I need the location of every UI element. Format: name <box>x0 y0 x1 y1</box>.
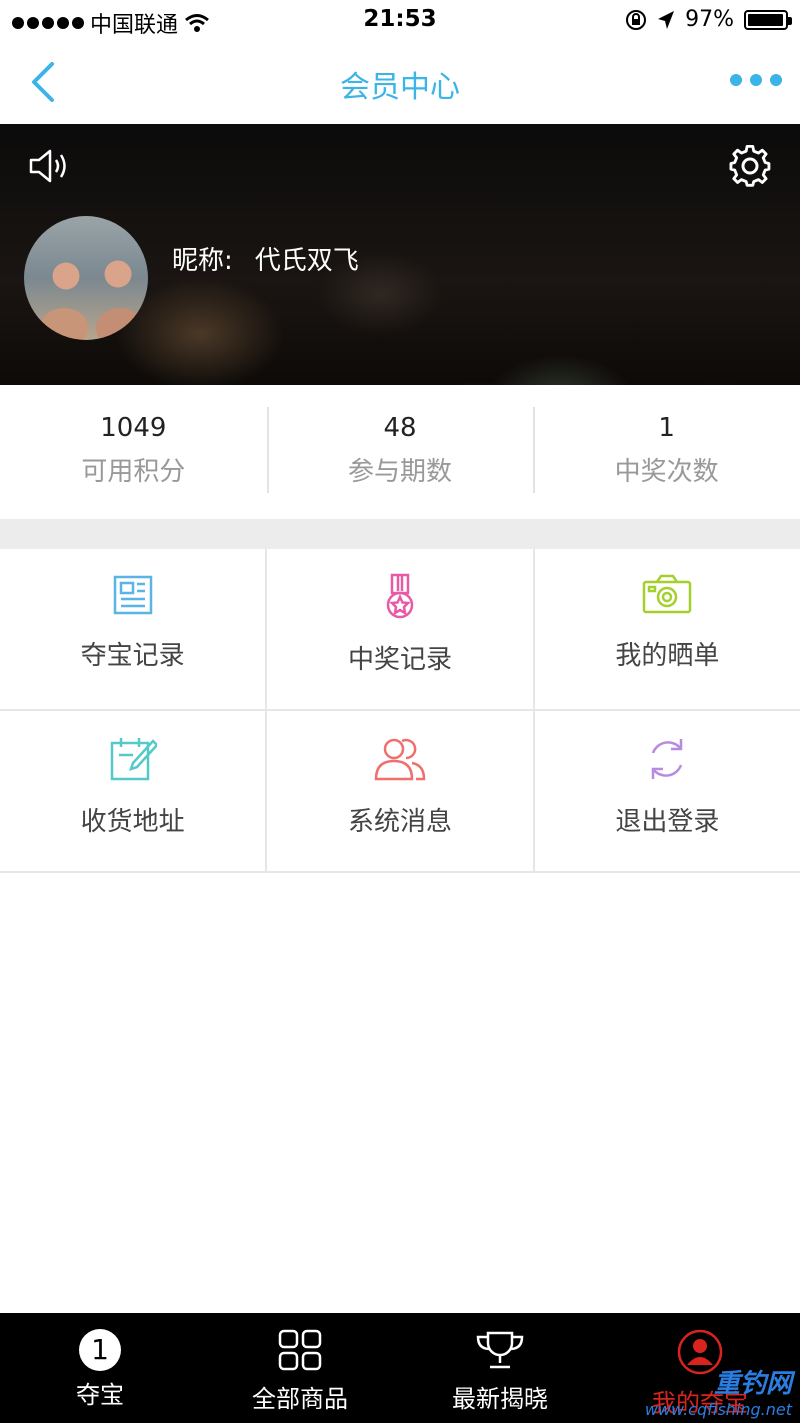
watermark-url: www.cqfishing.net <box>644 1400 792 1419</box>
nickname-value: 代氏双飞 <box>254 246 359 276</box>
tab-badge-icon: 1 <box>79 1329 121 1371</box>
menu-item-label: 夺宝记录 <box>80 641 185 671</box>
stat-value: 48 <box>383 413 417 443</box>
menu-item-logout[interactable]: 退出登录 <box>532 711 800 871</box>
avatar[interactable] <box>24 216 148 340</box>
bottom-tab-bar: 1 夺宝 全部商品 最新揭晓 我的夺宝 重钓网 www.cqfishing.ne… <box>0 1313 800 1423</box>
stat-label: 可用积分 <box>81 457 186 487</box>
settings-gear-icon[interactable] <box>728 144 772 188</box>
stat-points[interactable]: 1049 可用积分 <box>0 385 267 519</box>
speaker-icon[interactable] <box>28 146 72 186</box>
menu-grid: 夺宝记录 中奖记录 我的晒单 收货地址 系统消息 退出登录 <box>0 549 800 873</box>
profile-header: 昵称: 代氏双飞 <box>0 124 800 385</box>
rotation-lock-icon <box>626 9 647 30</box>
tab-label: 最新揭晓 <box>452 1385 548 1413</box>
menu-item-label: 中奖记录 <box>347 645 452 675</box>
nickname-row: 昵称: 代氏双飞 <box>172 240 359 277</box>
page-title: 会员中心 <box>340 70 460 105</box>
battery-icon <box>744 9 792 30</box>
status-right: 97% <box>625 7 792 32</box>
menu-item-shipping-address[interactable]: 收货地址 <box>0 711 265 871</box>
section-divider <box>0 519 800 549</box>
watermark-logo: 重钓网 <box>713 1369 792 1399</box>
medal-icon <box>386 573 414 619</box>
menu-item-system-messages[interactable]: 系统消息 <box>265 711 532 871</box>
tab-latest-results[interactable]: 最新揭晓 <box>400 1313 600 1423</box>
menu-item-label: 收货地址 <box>80 807 185 837</box>
users-icon <box>374 738 426 781</box>
stats-row: 1049 可用积分 48 参与期数 1 中奖次数 <box>0 385 800 519</box>
stat-value: 1 <box>658 413 675 443</box>
menu-item-my-showcase[interactable]: 我的晒单 <box>532 549 800 709</box>
menu-item-label: 退出登录 <box>615 807 720 837</box>
menu-item-win-records[interactable]: 中奖记录 <box>265 549 532 709</box>
edit-calendar-icon <box>110 738 159 781</box>
battery-percent: 97% <box>685 7 734 32</box>
menu-item-label: 系统消息 <box>347 807 452 837</box>
stat-wins[interactable]: 1 中奖次数 <box>533 385 800 519</box>
menu-row: 夺宝记录 中奖记录 我的晒单 <box>0 549 800 711</box>
menu-row: 收货地址 系统消息 退出登录 <box>0 711 800 873</box>
nav-bar: 会员中心 <box>0 40 800 124</box>
tab-label: 全部商品 <box>252 1385 348 1413</box>
location-arrow-icon <box>658 10 675 29</box>
status-bar: 中国联通 21:53 97% <box>0 0 800 40</box>
menu-item-treasure-records[interactable]: 夺宝记录 <box>0 549 265 709</box>
document-icon <box>113 575 152 615</box>
stat-label: 中奖次数 <box>614 457 719 487</box>
trophy-icon <box>476 1331 524 1369</box>
watermark: 重钓网 www.cqfishing.net <box>645 1363 792 1419</box>
tab-treasure[interactable]: 1 夺宝 <box>0 1313 200 1423</box>
nickname-label: 昵称: <box>172 246 233 276</box>
tab-label: 夺宝 <box>76 1381 124 1409</box>
more-options-icon[interactable] <box>730 74 782 86</box>
camera-icon <box>643 574 692 614</box>
stat-value: 1049 <box>100 413 167 443</box>
tab-all-products[interactable]: 全部商品 <box>200 1313 400 1423</box>
grid-icon <box>278 1329 322 1371</box>
menu-item-label: 我的晒单 <box>615 641 720 671</box>
refresh-icon <box>652 739 683 779</box>
stat-label: 参与期数 <box>348 457 453 487</box>
stat-participations[interactable]: 48 参与期数 <box>266 385 534 519</box>
